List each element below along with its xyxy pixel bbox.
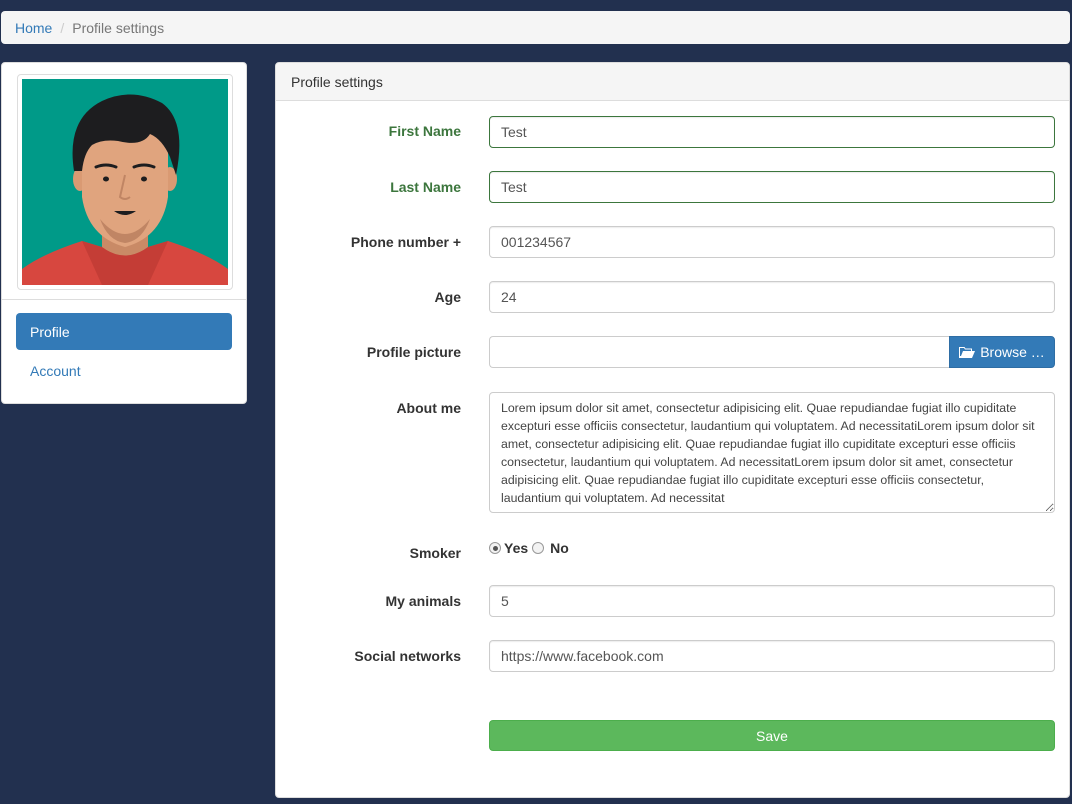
breadcrumb-current: Profile settings xyxy=(72,19,165,36)
my-animals-label: My animals xyxy=(385,593,461,609)
smoker-no-radio[interactable] xyxy=(532,542,545,554)
first-name-label: First Name xyxy=(388,123,461,139)
about-me-label: About me xyxy=(396,400,461,416)
avatar xyxy=(17,74,233,290)
phone-number-field[interactable] xyxy=(489,226,1055,258)
browse-button[interactable]: Browse … xyxy=(949,336,1055,368)
profile-picture-filename[interactable] xyxy=(489,336,950,368)
breadcrumb-home-link[interactable]: Home xyxy=(15,20,52,36)
breadcrumb-separator: / xyxy=(60,19,65,36)
smoker-radio-group: Yes No xyxy=(489,540,569,556)
panel-title: Profile settings xyxy=(291,73,383,90)
profile-settings-panel: Profile settings First Name Last Name Ph… xyxy=(275,62,1070,798)
first-name-field[interactable] xyxy=(489,116,1055,148)
smoker-yes-radio[interactable] xyxy=(489,542,501,554)
social-networks-field[interactable] xyxy=(489,640,1055,672)
about-me-textarea[interactable]: Lorem ipsum dolor sit amet, consectetur … xyxy=(489,392,1055,513)
panel-heading: Profile settings xyxy=(276,63,1069,101)
profile-sidebar: Profile Account xyxy=(1,62,247,404)
last-name-label: Last Name xyxy=(390,179,461,195)
sidebar-item-profile[interactable]: Profile xyxy=(16,313,232,350)
last-name-field[interactable] xyxy=(489,171,1055,203)
smoker-no-label: No xyxy=(550,540,569,556)
sidebar-divider xyxy=(2,299,246,300)
my-animals-field[interactable] xyxy=(489,585,1055,617)
profile-picture-label: Profile picture xyxy=(366,344,461,360)
sidebar-item-account[interactable]: Account xyxy=(16,352,232,389)
user-avatar-illustration xyxy=(22,79,228,285)
browse-button-label: Browse … xyxy=(980,344,1045,360)
save-button[interactable]: Save xyxy=(489,720,1055,751)
folder-open-icon xyxy=(959,346,976,358)
breadcrumb: Home / Profile settings xyxy=(1,11,1070,44)
age-field[interactable] xyxy=(489,281,1055,313)
smoker-yes-label: Yes xyxy=(504,540,529,556)
phone-number-label: Phone number + xyxy=(350,234,461,250)
age-label: Age xyxy=(434,289,461,305)
social-networks-label: Social networks xyxy=(354,648,461,664)
smoker-label: Smoker xyxy=(409,545,461,561)
